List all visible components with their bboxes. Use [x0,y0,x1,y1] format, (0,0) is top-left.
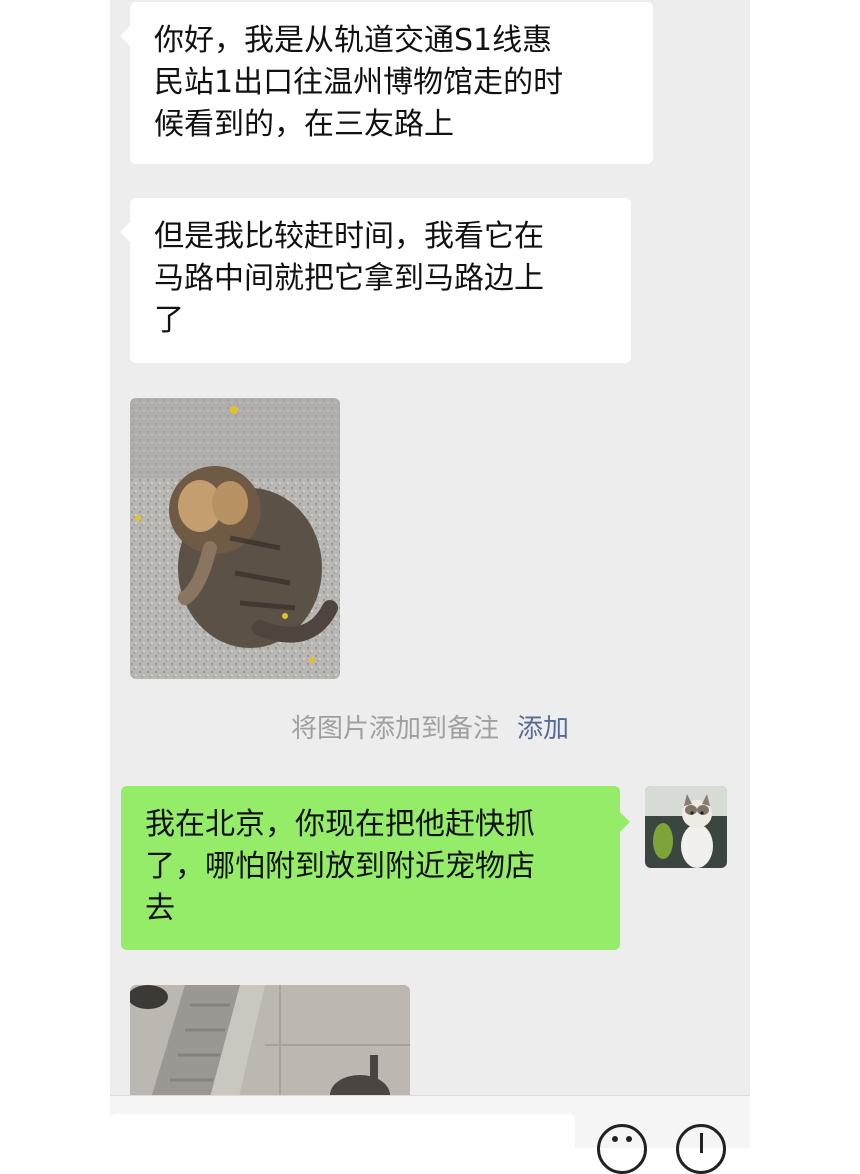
kitten-photo[interactable] [130,398,340,679]
message-line: 了，哪怕附到放到附近宠物店 [145,849,535,884]
message-bubble-outgoing[interactable]: 我在北京，你现在把他赶快抓 了，哪怕附到放到附近宠物店 去 [121,786,630,950]
message-bubble-incoming[interactable]: 你好，我是从轨道交通S1线惠 民站1出口往温州博物馆走的时 候看到的，在三友路上 [120,2,653,164]
add-link[interactable]: 添加 [517,714,569,744]
street-photo[interactable] [130,985,410,1095]
add-image-to-remark-notice: 将图片添加到备注 添加 [110,708,750,745]
message-line: 你好，我是从轨道交通S1线惠 [154,23,553,58]
message-line: 候看到的，在三友路上 [154,107,454,142]
cat-avatar-image [645,786,727,868]
message-input[interactable] [110,1114,575,1154]
message-line: 但是我比较赶时间，我看它在 [154,219,544,254]
message-line: 了 [154,303,184,338]
chat-area[interactable]: 你好，我是从轨道交通S1线惠 民站1出口往温州博物馆走的时 候看到的，在三友路上… [110,0,750,1095]
street-image [130,985,410,1095]
message-line: 民站1出口往温州博物馆走的时 [154,65,564,100]
message-line: 去 [145,891,175,926]
message-line: 我在北京，你现在把他赶快抓 [145,807,535,842]
input-toolbar [110,1095,750,1174]
avatar[interactable] [645,786,727,868]
kitten-image [130,398,340,679]
message-line: 马路中间就把它拿到马路边上 [154,261,544,296]
message-bubble-incoming[interactable]: 但是我比较赶时间，我看它在 马路中间就把它拿到马路边上 了 [120,198,631,363]
notice-text: 将图片添加到备注 [290,714,499,744]
plus-icon[interactable] [676,1124,726,1174]
emoji-icon[interactable] [597,1124,647,1174]
